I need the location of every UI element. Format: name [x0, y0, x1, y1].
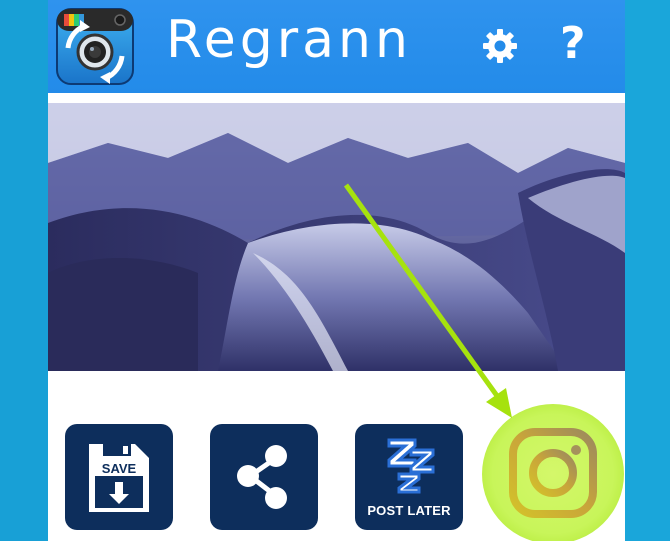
save-button[interactable]: SAVE [65, 424, 173, 530]
save-label: SAVE [101, 461, 137, 476]
zzz-icon [387, 438, 435, 494]
app-title: Regrann [166, 10, 412, 70]
shared-photo [48, 103, 625, 371]
post-later-label: POST LATER [367, 503, 451, 518]
instagram-icon[interactable] [482, 402, 624, 541]
share-icon [237, 445, 287, 509]
regrann-logo-icon[interactable] [56, 8, 134, 85]
gear-icon[interactable] [480, 26, 520, 66]
app-screen: Regrann ? SAVE POST LATER [48, 0, 625, 541]
left-background [0, 0, 48, 541]
top-app-bar: Regrann ? [48, 0, 625, 93]
share-button[interactable] [210, 424, 318, 530]
save-floppy-icon [89, 444, 149, 512]
post-later-button[interactable]: POST LATER [355, 424, 463, 530]
help-button[interactable]: ? [560, 18, 586, 69]
right-background [625, 0, 670, 541]
